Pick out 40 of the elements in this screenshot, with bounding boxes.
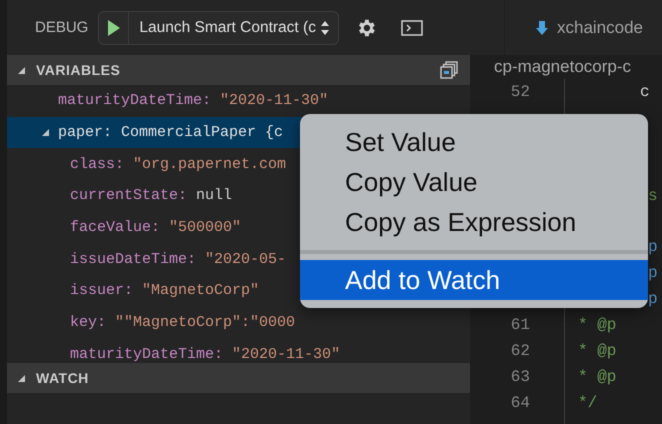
play-icon	[106, 18, 121, 36]
variable-text: issueDateTime: "2020-05-	[70, 250, 286, 268]
terminal-icon	[400, 20, 423, 36]
variable-row[interactable]: maturityDateTime: "2020-11-30"	[7, 85, 470, 117]
debug-label: DEBUG	[35, 19, 88, 36]
code-text: * @p	[578, 316, 616, 334]
line-number: 52	[510, 82, 530, 101]
code-text: p	[648, 290, 658, 308]
terminal-button[interactable]	[400, 20, 423, 36]
collapse-triangle-icon[interactable]	[17, 66, 26, 74]
code-text: s	[648, 186, 658, 204]
menu-item[interactable]: Copy as Expression	[300, 202, 648, 242]
variable-text: class: "org.papernet.com	[70, 156, 286, 173]
menu-item[interactable]: Copy Value	[300, 162, 648, 202]
line-number: 64	[510, 394, 530, 412]
line-number: 61	[510, 316, 530, 334]
collapse-all-icon[interactable]	[440, 61, 458, 79]
download-arrow-icon	[535, 20, 549, 36]
code-text: */	[578, 394, 598, 412]
line-number: 62	[510, 342, 530, 360]
watch-header[interactable]: WATCH	[7, 363, 470, 393]
code-text: p	[648, 238, 658, 256]
variables-header[interactable]: VARIABLES	[7, 55, 470, 85]
variable-row[interactable]: key: ""MagnetoCorp":"0000	[7, 306, 470, 338]
up-down-caret-icon	[320, 20, 330, 36]
code-text: p	[648, 264, 658, 282]
breadcrumb[interactable]: cp-magnetocorp-c	[470, 55, 662, 79]
variable-text: paper: CommercialPaper {c	[58, 124, 284, 142]
code-text: * @p	[578, 342, 616, 360]
code-text: * @p	[578, 368, 616, 386]
variable-text: key: ""MagnetoCorp":"0000	[70, 314, 296, 332]
menu-item[interactable]: Add to Watch	[300, 260, 648, 300]
variable-text: maturityDateTime: "2020-11-30"	[70, 346, 340, 363]
variable-row[interactable]: maturityDateTime: "2020-11-30"	[7, 338, 470, 363]
line-number: 63	[510, 368, 530, 386]
expand-triangle-icon[interactable]	[41, 128, 50, 138]
configuration-select[interactable]: Launch Smart Contract (c	[98, 10, 339, 44]
collapse-triangle-icon[interactable]	[17, 374, 26, 382]
code-text: c	[640, 82, 650, 101]
variable-text: maturityDateTime: "2020-11-30"	[58, 92, 328, 110]
